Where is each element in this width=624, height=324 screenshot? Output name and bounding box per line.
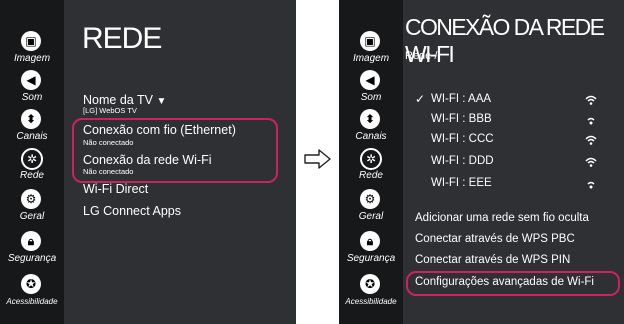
sidebar-item-seguranca[interactable]: 🔒︎ Segurança bbox=[0, 231, 64, 279]
sidebar-item-label: Canais bbox=[16, 131, 48, 142]
sidebar-item-label: Segurança bbox=[346, 253, 396, 264]
tv-name-value: [LG] WebOS TV bbox=[83, 106, 137, 115]
gear-icon: ⚙ bbox=[360, 189, 380, 209]
lock-icon: 🔒︎ bbox=[360, 231, 380, 251]
accessibility-icon: ✪ bbox=[360, 274, 380, 294]
wifi-signal-icon bbox=[585, 157, 597, 167]
page-title: CONEXÃO DA REDE WI-FI bbox=[405, 14, 605, 67]
sidebar-item-label: Rede bbox=[20, 170, 44, 181]
breadcrumb: Rede / bbox=[405, 50, 438, 62]
wired-status: Não conectado bbox=[83, 138, 134, 147]
menu-item-lg-connect[interactable]: LG Connect Apps bbox=[83, 204, 181, 218]
sidebar-item-geral[interactable]: ⚙ Geral bbox=[0, 189, 64, 237]
check-icon: ✓ bbox=[415, 92, 426, 106]
sidebar-item-label: Som bbox=[360, 92, 382, 103]
sidebar-item-acessibilidade[interactable]: ✪ Acessibilidade bbox=[0, 274, 64, 322]
channels-icon: ⬍ bbox=[360, 109, 380, 129]
chevron-down-icon: ▼ bbox=[156, 96, 167, 107]
wifi-label: Conexão da rede Wi-Fi bbox=[83, 153, 212, 167]
wifi-signal-icon bbox=[587, 117, 595, 125]
sidebar-item-label: Acessibilidade bbox=[6, 297, 58, 306]
sidebar-item-geral[interactable]: ⚙ Geral bbox=[339, 189, 403, 237]
menu-item-wifi-direct[interactable]: Wi-Fi Direct bbox=[83, 182, 148, 196]
page-title: REDE bbox=[82, 22, 162, 55]
sidebar-item-label: Geral bbox=[19, 211, 45, 222]
wifi-signal-icon bbox=[587, 181, 595, 189]
wps-pbc-item[interactable]: Conectar através de WPS PBC bbox=[415, 233, 575, 245]
speaker-icon: ◀ bbox=[360, 70, 380, 90]
sidebar-item-label: Acessibilidade bbox=[345, 297, 397, 306]
add-hidden-network-item[interactable]: Adicionar uma rede sem fio oculta bbox=[415, 212, 589, 224]
sidebar-item-label: Imagem bbox=[13, 53, 51, 64]
gear-icon: ⚙ bbox=[21, 189, 41, 209]
network-name: WI-FI : EEE bbox=[431, 177, 492, 189]
tv-name-label: Nome da TV bbox=[83, 93, 153, 107]
sidebar-item-acessibilidade[interactable]: ✪ Acessibilidade bbox=[339, 274, 403, 322]
lock-icon: 🔒︎ bbox=[21, 231, 41, 251]
network-name: WI-FI : BBB bbox=[431, 113, 492, 125]
sidebar-item-label: Geral bbox=[358, 211, 384, 222]
network-name: WI-FI : AAA bbox=[431, 93, 492, 105]
menu-item-label: Nome da TV ▼ bbox=[83, 93, 166, 107]
network-name: WI-FI : DDD bbox=[431, 155, 494, 167]
sidebar-item-label: Rede bbox=[359, 170, 383, 181]
accessibility-icon: ✪ bbox=[21, 274, 41, 294]
wifi-status: Não conectado bbox=[83, 167, 134, 176]
sidebar-item-seguranca[interactable]: 🔒︎ Segurança bbox=[339, 231, 403, 279]
wifi-signal-icon bbox=[585, 135, 597, 145]
network-icon: ✲ bbox=[360, 148, 382, 170]
sidebar-item-label: Som bbox=[21, 92, 43, 103]
settings-sidebar: ▣ Imagem ◀ Som ⬍ Canais ✲ Rede ⚙ Geral 🔒… bbox=[339, 0, 403, 324]
speaker-icon: ◀ bbox=[21, 70, 41, 90]
network-name: WI-FI : CCC bbox=[431, 133, 494, 145]
sidebar-item-label: Canais bbox=[355, 131, 387, 142]
image-icon: ▣ bbox=[21, 31, 41, 51]
channels-icon: ⬍ bbox=[21, 109, 41, 129]
sidebar-item-label: Imagem bbox=[352, 53, 390, 64]
sidebar-item-label: Segurança bbox=[7, 253, 57, 264]
settings-sidebar: ▣ Imagem ◀ Som ⬍ Canais ✲ Rede ⚙ Geral 🔒… bbox=[0, 0, 64, 324]
wired-label: Conexão com fio (Ethernet) bbox=[83, 123, 236, 137]
wps-pin-item[interactable]: Conectar através de WPS PIN bbox=[415, 254, 570, 266]
image-icon: ▣ bbox=[360, 31, 380, 51]
arrow-right-icon bbox=[304, 149, 331, 169]
wifi-signal-icon bbox=[585, 95, 597, 105]
wifi-connection-screen: ▣ Imagem ◀ Som ⬍ Canais ✲ Rede ⚙ Geral 🔒… bbox=[339, 0, 624, 324]
network-settings-screen: ▣ Imagem ◀ Som ⬍ Canais ✲ Rede ⚙ Geral 🔒… bbox=[0, 0, 296, 324]
advanced-wifi-settings-item[interactable]: Configurações avançadas de Wi-Fi bbox=[415, 276, 594, 288]
network-icon: ✲ bbox=[21, 148, 43, 170]
